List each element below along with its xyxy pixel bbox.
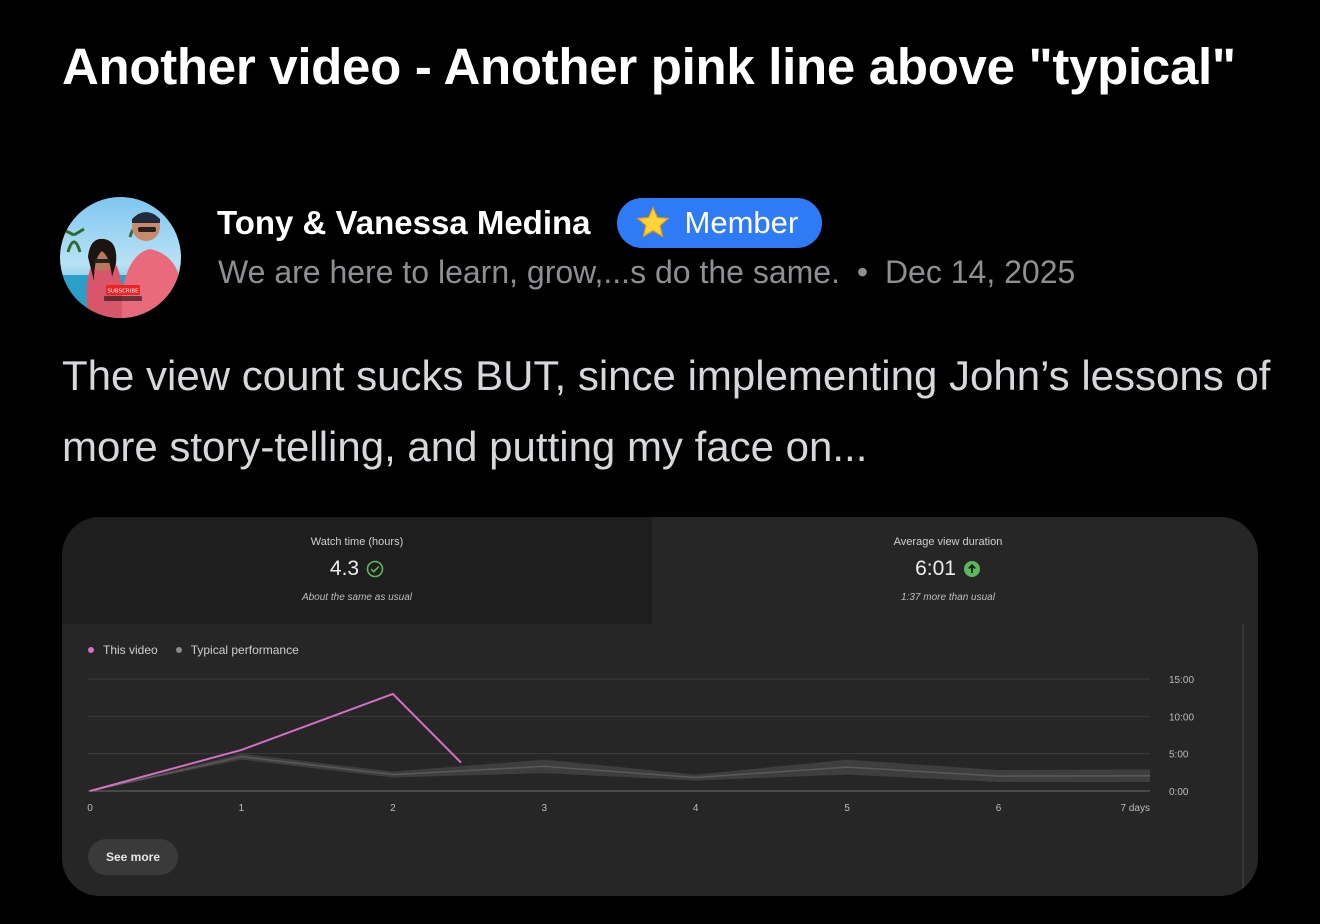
post-date: Dec 14, 2025 bbox=[884, 254, 1076, 290]
x-tick-label: 5 bbox=[844, 803, 850, 814]
post-title: Another video - Another pink line above … bbox=[62, 38, 1236, 95]
avatar-subscribe-text: SUBSCRIBE bbox=[107, 289, 139, 295]
analytics-screenshot[interactable]: Watch time (hours) 4.3 About the same as… bbox=[62, 517, 1258, 896]
meta-separator: • bbox=[856, 254, 869, 290]
post-meta: We are here to learn, grow,...s do the s… bbox=[218, 254, 1075, 291]
y-tick-label: 5:00 bbox=[1169, 750, 1189, 761]
author-name[interactable]: Tony & Vanessa Medina bbox=[217, 204, 591, 242]
y-tick-label: 15:00 bbox=[1169, 675, 1194, 686]
x-tick-label: 7 days bbox=[1121, 803, 1150, 814]
member-badge: Member bbox=[616, 198, 823, 248]
x-tick-label: 3 bbox=[542, 803, 548, 814]
x-tick-label: 6 bbox=[996, 803, 1002, 814]
x-tick-label: 4 bbox=[693, 803, 699, 814]
x-tick-label: 2 bbox=[390, 803, 396, 814]
author-tagline: We are here to learn, grow,...s do the s… bbox=[218, 254, 840, 290]
y-tick-label: 0:00 bbox=[1169, 787, 1189, 798]
avatar[interactable]: SUBSCRIBE bbox=[60, 197, 181, 318]
y-tick-label: 10:00 bbox=[1169, 712, 1194, 723]
post-body[interactable]: The view count sucks BUT, since implemen… bbox=[62, 340, 1272, 482]
see-more-button[interactable]: See more bbox=[88, 839, 178, 875]
x-tick-label: 0 bbox=[87, 803, 93, 814]
x-tick-label: 1 bbox=[239, 803, 245, 814]
watch-chart: 15:00 10:00 5:00 0:00 0 1 2 3 4 5 6 7 days bbox=[87, 675, 1194, 814]
avatar-image: SUBSCRIBE bbox=[60, 197, 181, 318]
badge-label: Member bbox=[684, 205, 799, 240]
star-icon bbox=[636, 206, 669, 238]
author-row: Tony & Vanessa Medina Member bbox=[217, 196, 823, 250]
